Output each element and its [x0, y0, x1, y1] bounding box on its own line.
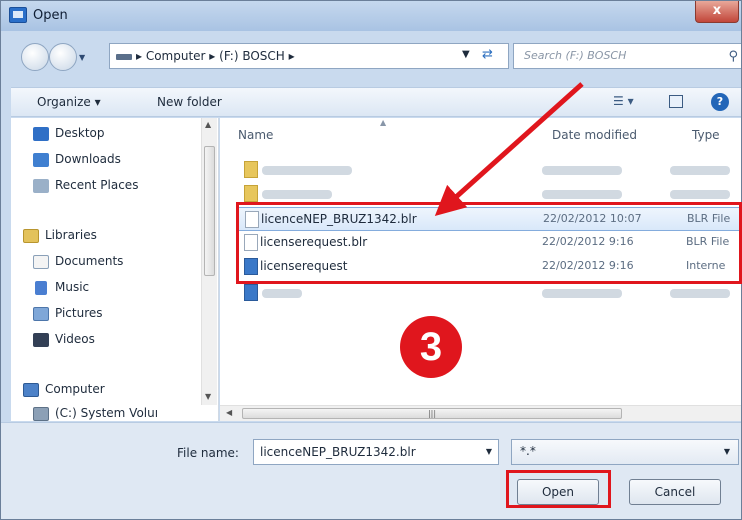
search-placeholder: Search (F:) BOSCH	[524, 49, 627, 62]
breadcrumb[interactable]: ▸ Computer ▸ (F:) BOSCH ▸	[136, 49, 295, 63]
close-button[interactable]: x	[695, 1, 739, 23]
videos-icon	[33, 333, 49, 347]
folder-icon	[244, 185, 258, 202]
blurred-text	[542, 289, 622, 298]
sidebar-item-label: Computer	[45, 382, 105, 396]
highlight-open-box	[506, 470, 611, 508]
back-button[interactable]	[21, 43, 49, 71]
file-list-scrollbar[interactable]: ◀ |||	[220, 405, 741, 421]
blurred-text	[670, 166, 730, 175]
organize-button[interactable]: Organize ▾	[37, 95, 101, 109]
step-number-badge: 3	[400, 316, 462, 378]
sidebar-item-label: Pictures	[55, 306, 103, 320]
chevron-down-icon[interactable]: ▼	[724, 447, 730, 456]
file-icon	[244, 284, 258, 301]
sidebar-item-label: Downloads	[55, 152, 121, 166]
blurred-text	[670, 190, 730, 199]
sort-ascending-icon: ▲	[380, 118, 387, 127]
sidebar-item-label: (C:) System Voluı	[55, 406, 159, 420]
filename-value[interactable]: licenceNEP_BRUZ1342.blr	[260, 445, 416, 459]
downloads-icon	[33, 153, 49, 167]
folder-icon	[244, 161, 258, 178]
address-bar[interactable]: ▸ Computer ▸ (F:) BOSCH ▸ ▼ ⇄	[109, 43, 509, 69]
dialog-icon	[9, 7, 27, 23]
sidebar-item-label: Music	[55, 280, 90, 294]
recent-locations-chevron-icon[interactable]: ▼	[79, 53, 85, 62]
blurred-text	[670, 289, 730, 298]
computer-icon	[116, 54, 132, 60]
documents-icon	[33, 255, 49, 269]
blurred-text	[542, 166, 622, 175]
column-header-name[interactable]: Name	[238, 128, 273, 142]
command-bar: Organize ▾ New folder ☰ ▾ ?	[11, 87, 741, 117]
title-bar: Open x	[1, 1, 741, 31]
sidebar-item-label: Recent Places	[55, 178, 139, 192]
new-folder-button[interactable]: New folder	[157, 95, 222, 109]
filename-input[interactable]: licenceNEP_BRUZ1342.blr ▼	[253, 439, 499, 465]
music-icon	[35, 281, 47, 295]
refresh-icon[interactable]: ⇄	[482, 47, 493, 62]
preview-pane-icon[interactable]	[669, 95, 683, 108]
scroll-left-icon[interactable]: ◀	[226, 408, 232, 417]
scroll-up-icon[interactable]: ▲	[205, 120, 211, 129]
libraries-icon	[23, 229, 39, 243]
scroll-down-icon[interactable]: ▼	[205, 392, 211, 401]
sidebar-item-label: Desktop	[55, 126, 105, 140]
filename-label: File name:	[177, 446, 239, 460]
column-header-date[interactable]: Date modified	[552, 128, 637, 142]
search-icon[interactable]: ⚲	[728, 49, 738, 64]
dialog-title: Open	[33, 8, 68, 23]
sidebar-item-label: Documents	[55, 254, 124, 268]
drive-icon	[33, 407, 49, 421]
cancel-button[interactable]: Cancel	[629, 479, 721, 505]
forward-button[interactable]	[49, 43, 77, 71]
chevron-down-icon[interactable]: ▼	[486, 447, 492, 456]
pictures-icon	[33, 307, 49, 321]
column-header-type[interactable]: Type	[692, 128, 720, 142]
dialog-footer: File name: licenceNEP_BRUZ1342.blr ▼ *.*…	[1, 422, 741, 519]
computer-icon	[23, 383, 39, 397]
search-input[interactable]: Search (F:) BOSCH ⚲	[513, 43, 741, 69]
filter-value: *.*	[520, 444, 536, 458]
blurred-text	[262, 289, 302, 298]
recent-places-icon	[33, 179, 49, 193]
sidebar-item-label: Videos	[55, 332, 95, 346]
address-dropdown-icon[interactable]: ▼	[462, 49, 470, 60]
address-row: ▼ ▸ Computer ▸ (F:) BOSCH ▸ ▼ ⇄ Search (…	[1, 31, 741, 79]
desktop-icon	[33, 127, 49, 141]
navigation-pane: Desktop Downloads Recent Places Librarie…	[11, 118, 219, 421]
help-icon[interactable]: ?	[711, 93, 729, 111]
highlight-files-box	[236, 202, 742, 284]
sidebar-scrollbar[interactable]: ▲ ▼	[201, 118, 217, 405]
scrollbar-thumb[interactable]	[204, 146, 215, 276]
scrollbar-thumb[interactable]: |||	[242, 408, 622, 419]
sidebar-item-label: Libraries	[45, 228, 97, 242]
blurred-text	[262, 190, 332, 199]
blurred-text	[262, 166, 352, 175]
list-item[interactable]	[230, 281, 741, 305]
file-type-filter[interactable]: *.* ▼	[511, 439, 739, 465]
change-view-icon[interactable]: ☰ ▾	[613, 94, 634, 108]
blurred-text	[542, 190, 622, 199]
list-item[interactable]	[230, 158, 741, 182]
